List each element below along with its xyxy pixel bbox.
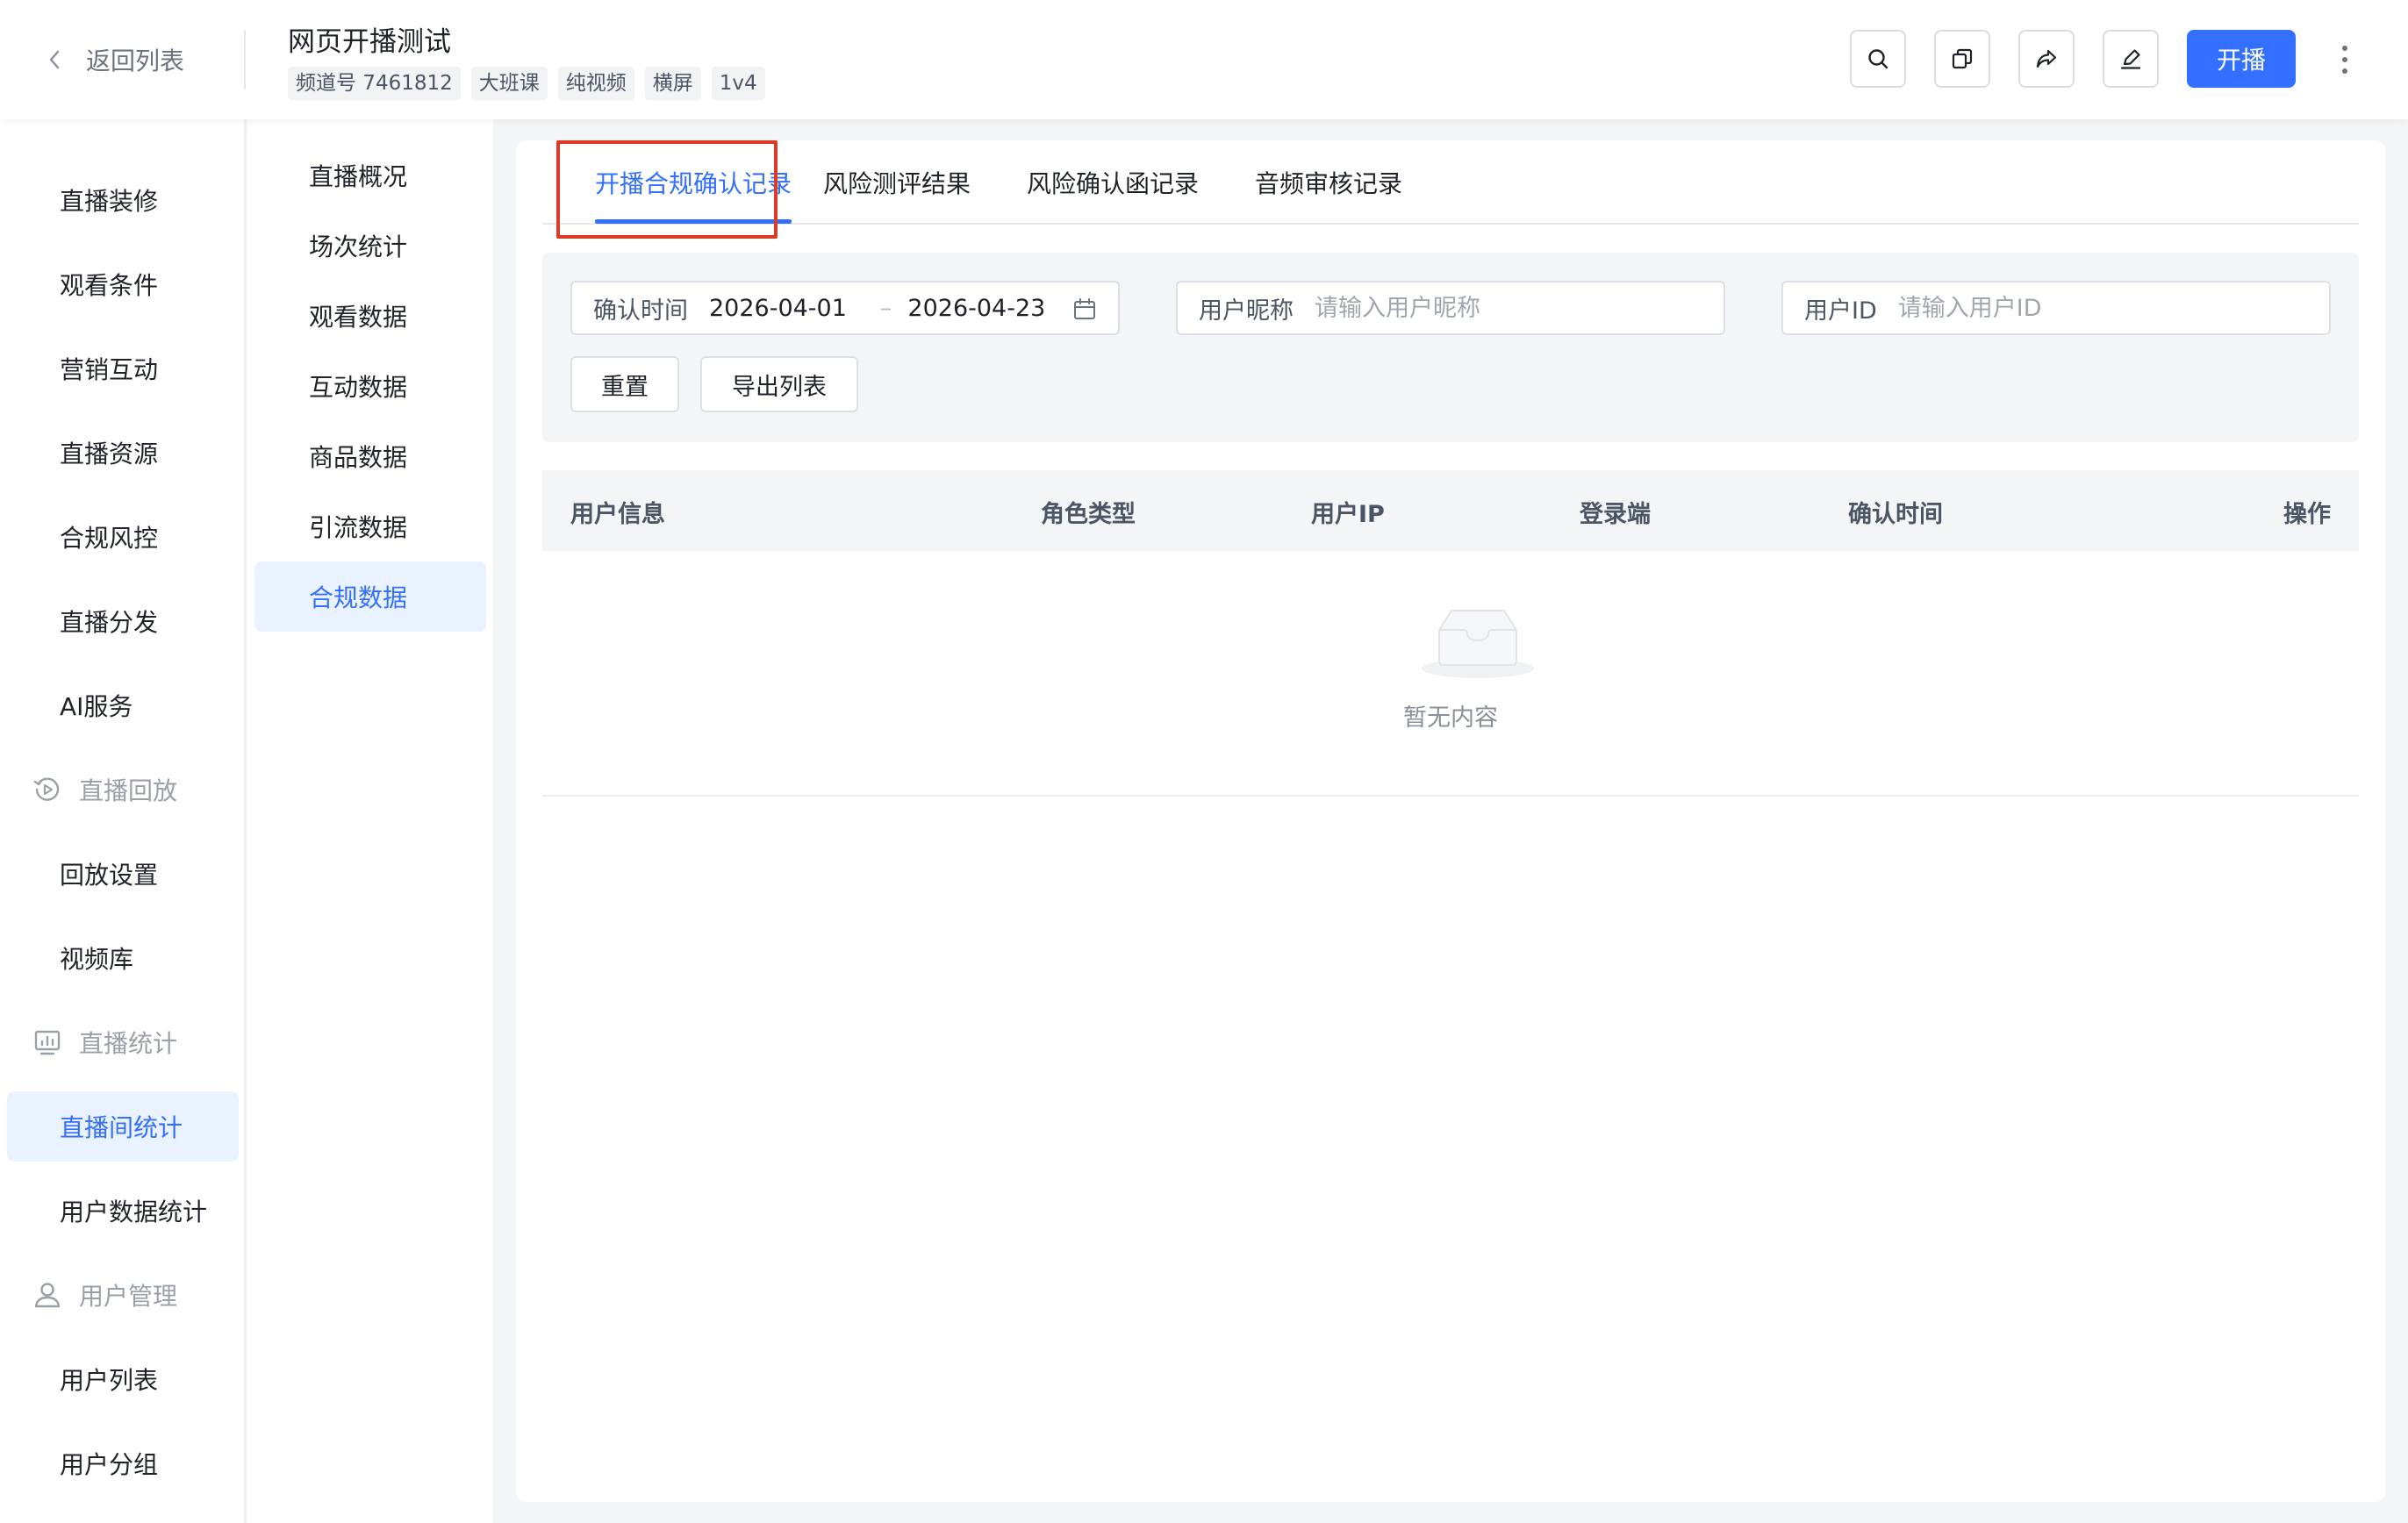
tab-live-compliance-records[interactable]: 开播合规确认记录 [595,165,792,200]
subnav-item-compliance-data[interactable]: 合规数据 [254,561,486,632]
seat-tag: 1v4 [711,67,765,100]
media-type-tag: 纯视频 [557,67,634,100]
back-label: 返回列表 [86,46,185,75]
tab-risk-confirmation-records[interactable]: 风险确认函记录 [1027,165,1199,200]
date-end-value[interactable]: 2026-04-23 [907,295,1045,322]
sidebar-item-user-list[interactable]: 用户列表 [7,1344,239,1414]
sidebar-item-live-resources[interactable]: 直播资源 [7,418,239,488]
table-header: 用户信息 角色类型 用户IP 登录端 确认时间 操作 [542,470,2359,551]
confirm-time-label: 确认时间 [593,297,688,325]
sidebar-group-statistics-label: 直播统计 [79,1029,178,1058]
class-type-tag: 大班课 [470,67,548,100]
confirm-time-range-picker[interactable]: 确认时间 2026-04-01 – 2026-04-23 [570,281,1120,335]
search-icon [1868,49,1888,69]
nickname-label: 用户昵称 [1199,297,1294,325]
user-id-filter-field: 用户ID [1781,281,2331,335]
sidebar-item-live-decoration[interactable]: 直播装修 [7,165,239,235]
sidebar-item-user-data-statistics[interactable]: 用户数据统计 [7,1176,239,1246]
back-to-list-link[interactable]: 返回列表 [46,40,184,79]
start-live-button[interactable]: 开播 [2187,30,2296,88]
sidebar-item-ai-service[interactable]: AI服务 [7,670,239,740]
sidebar-group-replay-label: 直播回放 [79,776,178,805]
empty-inbox-icon [1422,610,1534,678]
column-login-client: 登录端 [1580,501,1651,528]
top-header: 返回列表 网页开播测试 频道号 7461812 大班课 纯视频 横屏 1v4 开… [0,0,2408,119]
sidebar-item-video-library[interactable]: 视频库 [7,923,239,993]
subnav-item-overview[interactable]: 直播概况 [254,140,486,211]
filter-panel: 确认时间 2026-04-01 – 2026-04-23 用户昵称 用户ID 重… [542,253,2359,442]
column-actions: 操作 [2283,501,2331,528]
column-user-info: 用户信息 [570,501,665,528]
active-tab-indicator [595,219,792,224]
reset-button[interactable]: 重置 [570,356,679,412]
sidebar-item-distribution[interactable]: 直播分发 [7,586,239,656]
channel-tags: 频道号 7461812 大班课 纯视频 横屏 1v4 [288,67,765,100]
user-id-label: 用户ID [1804,297,1877,325]
subnav-item-session-stats[interactable]: 场次统计 [254,211,486,281]
compliance-records-panel: 开播合规确认记录 风险测评结果 风险确认函记录 音频审核记录 确认时间 2026… [516,140,2385,1502]
calendar-icon [1074,298,1095,319]
edit-button[interactable] [2103,30,2159,88]
empty-text: 暂无内容 [1403,704,1498,732]
more-menu-button[interactable] [2327,39,2362,81]
subnav-item-interaction-data[interactable]: 互动数据 [254,351,486,421]
nickname-filter-field: 用户昵称 [1176,281,1725,335]
user-icon [34,1283,61,1308]
sidebar-group-replay: 直播回放 [7,754,239,825]
date-start-value[interactable]: 2026-04-01 [709,295,847,322]
sidebar-item-compliance[interactable]: 合规风控 [7,502,239,572]
sidebar-group-user-management: 用户管理 [7,1260,239,1330]
user-id-input[interactable] [1897,294,2267,322]
record-tabs: 开播合规确认记录 风险测评结果 风险确认函记录 音频审核记录 [542,140,2359,239]
sidebar-item-room-statistics[interactable]: 直播间统计 [7,1091,239,1162]
export-list-button[interactable]: 导出列表 [700,356,858,412]
search-button[interactable] [1850,30,1906,88]
subnav-item-product-data[interactable]: 商品数据 [254,421,486,491]
date-range-separator: – [879,294,892,322]
header-divider [244,30,246,89]
chevron-left-icon [49,50,60,69]
nickname-input[interactable] [1315,294,1683,322]
column-user-ip: 用户IP [1311,501,1385,528]
tab-risk-assessment-results[interactable]: 风险测评结果 [823,165,971,200]
sidebar-item-viewing-conditions[interactable]: 观看条件 [7,249,239,319]
sidebar-item-replay-settings[interactable]: 回放设置 [7,839,239,909]
share-icon [2036,49,2057,68]
copy-icon [1952,48,1973,69]
subnav-item-viewing-data[interactable]: 观看数据 [254,281,486,351]
share-button[interactable] [2018,30,2075,88]
page-title: 网页开播测试 [288,26,451,58]
statistics-subnav: 直播概况 场次统计 观看数据 互动数据 商品数据 引流数据 合规数据 [247,119,493,1523]
sidebar-item-marketing[interactable]: 营销互动 [7,333,239,404]
copy-button[interactable] [1934,30,1990,88]
subnav-item-traffic-data[interactable]: 引流数据 [254,491,486,561]
channel-number-tag: 频道号 7461812 [288,67,461,100]
statistics-icon [34,1030,61,1055]
more-icon [2342,46,2347,74]
sidebar-group-user-management-label: 用户管理 [79,1282,178,1311]
main-sidebar: 直播装修 观看条件 营销互动 直播资源 合规风控 直播分发 AI服务 直播回放 … [0,119,246,1523]
edit-icon [2120,49,2141,69]
empty-state: 暂无内容 [542,551,2359,797]
replay-icon [33,777,60,801]
orientation-tag: 横屏 [644,67,701,100]
sidebar-group-statistics: 直播统计 [7,1007,239,1077]
sidebar-item-user-groups[interactable]: 用户分组 [7,1428,239,1498]
column-confirm-time: 确认时间 [1848,501,1943,528]
column-role-type: 角色类型 [1041,501,1136,528]
tab-audio-review-records[interactable]: 音频审核记录 [1255,165,1402,200]
